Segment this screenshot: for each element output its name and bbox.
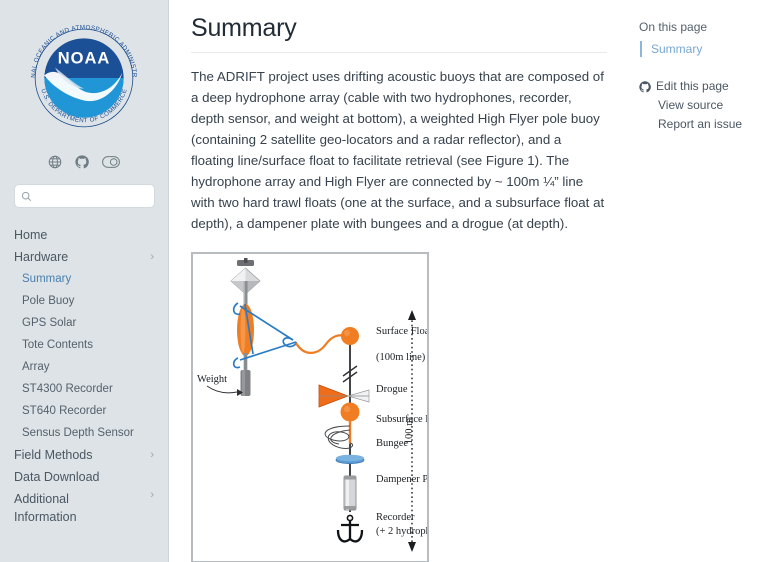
github-icon[interactable] bbox=[75, 155, 89, 169]
search-input[interactable] bbox=[32, 189, 142, 203]
social-icon-row bbox=[0, 152, 168, 172]
label-surface-float: Surface Float bbox=[376, 326, 427, 337]
search-box[interactable] bbox=[14, 184, 155, 208]
sidebar-item-label: ST640 Recorder bbox=[22, 405, 107, 417]
theme-toggle-icon[interactable] bbox=[102, 156, 120, 168]
sidebar-item-home[interactable]: Home bbox=[0, 224, 168, 246]
chevron-right-icon: › bbox=[150, 448, 154, 461]
floating-line bbox=[295, 334, 346, 354]
recorder-body bbox=[343, 475, 357, 511]
edit-this-page-button[interactable]: Edit this page bbox=[639, 77, 756, 96]
label-depth-scale: 100 m bbox=[404, 418, 415, 445]
sidebar-item-label: Array bbox=[22, 361, 50, 373]
surface-float bbox=[341, 327, 359, 345]
summary-paragraph: The ADRIFT project uses drifting acousti… bbox=[191, 69, 605, 231]
logo-container[interactable]: NOAA NATIONAL OCEANIC AND ATMOSPHERIC AD… bbox=[0, 0, 168, 144]
sidebar-item-label: Tote Contents bbox=[22, 339, 93, 351]
chevron-right-icon: › bbox=[150, 250, 154, 263]
sidebar-item-data-download[interactable]: Data Download bbox=[0, 466, 168, 488]
diagram-labels: Surface Float (100m line) Drogue Subsurf… bbox=[197, 326, 427, 537]
left-sidebar: NOAA NATIONAL OCEANIC AND ATMOSPHERIC AD… bbox=[0, 0, 169, 562]
bungee-spiral bbox=[324, 425, 354, 449]
sidebar-item-st4300-recorder[interactable]: ST4300 Recorder bbox=[0, 378, 168, 400]
sidebar-item-label: Summary bbox=[22, 273, 72, 285]
sidebar-item-label: Sensus Depth Sensor bbox=[22, 427, 134, 439]
view-source-label: View source bbox=[658, 98, 724, 112]
sidebar-item-label: GPS Solar bbox=[22, 317, 77, 329]
buoy-diagram-svg: Surface Float (100m line) Drogue Subsurf… bbox=[197, 258, 427, 552]
sidebar-item-field-methods[interactable]: Field Methods › bbox=[0, 444, 168, 466]
dampener-plate bbox=[335, 454, 365, 464]
toc-item-label: Summary bbox=[651, 42, 703, 56]
sidebar-item-label: Pole Buoy bbox=[22, 295, 75, 307]
svg-text:NOAA: NOAA bbox=[58, 49, 111, 67]
subsurface-float bbox=[340, 402, 360, 422]
sidebar-item-label: Additional Information bbox=[14, 492, 77, 524]
view-source-button[interactable]: View source bbox=[639, 96, 756, 115]
page-actions: Edit this page View source Report an iss… bbox=[639, 77, 756, 134]
sidebar-item-label: Data Download bbox=[14, 470, 100, 484]
chevron-right-icon: › bbox=[150, 489, 154, 501]
sidebar-item-gps-solar[interactable]: GPS Solar bbox=[0, 312, 168, 334]
search-container bbox=[0, 172, 168, 208]
adrift-buoy-diagram: Surface Float (100m line) Drogue Subsurf… bbox=[191, 252, 429, 562]
sidebar-item-summary[interactable]: Summary bbox=[0, 268, 168, 290]
sidebar-item-st640-recorder[interactable]: ST640 Recorder bbox=[0, 400, 168, 422]
sidebar-item-hardware[interactable]: Hardware › bbox=[0, 246, 168, 268]
sidebar-item-sensus-depth-sensor[interactable]: Sensus Depth Sensor bbox=[0, 422, 168, 444]
sidebar-item-label: Home bbox=[14, 228, 48, 242]
sidebar-item-array[interactable]: Array bbox=[0, 356, 168, 378]
drogue bbox=[318, 384, 370, 408]
label-recorder-sub: (+ 2 hydrophones) bbox=[376, 526, 427, 537]
label-drogue: Drogue bbox=[376, 384, 408, 395]
sidebar-item-label: ST4300 Recorder bbox=[22, 383, 113, 395]
label-weight: Weight bbox=[197, 374, 227, 385]
label-recorder: Recorder bbox=[376, 512, 415, 523]
sidebar-nav: Home Hardware › Summary Pole Buoy GPS So… bbox=[0, 224, 168, 528]
report-an-issue-button[interactable]: Report an issue bbox=[639, 115, 756, 134]
edit-this-page-label: Edit this page bbox=[656, 79, 729, 93]
search-icon bbox=[21, 191, 32, 202]
label-dampener-plate: Dampener Plate bbox=[376, 474, 427, 485]
sidebar-item-tote-contents[interactable]: Tote Contents bbox=[0, 334, 168, 356]
main-content: Summary The ADRIFT project uses drifting… bbox=[169, 0, 625, 562]
label-subsurface-float: Subsurface Float bbox=[376, 414, 427, 425]
toc-item-summary[interactable]: Summary bbox=[640, 41, 756, 57]
github-icon bbox=[639, 80, 651, 93]
page-root: NOAA NATIONAL OCEANIC AND ATMOSPHERIC AD… bbox=[0, 0, 764, 562]
sidebar-item-pole-buoy[interactable]: Pole Buoy bbox=[0, 290, 168, 312]
noaa-logo: NOAA NATIONAL OCEANIC AND ATMOSPHERIC AD… bbox=[18, 12, 138, 128]
label-line-length: (100m line) bbox=[376, 352, 426, 363]
page-title: Summary bbox=[191, 14, 297, 42]
report-an-issue-label: Report an issue bbox=[658, 117, 743, 131]
toc-heading: On this page bbox=[639, 20, 708, 34]
anchor-icon bbox=[336, 514, 364, 543]
on-this-page-panel: On this page Summary Edit this page View… bbox=[625, 0, 764, 562]
sidebar-item-additional-information[interactable]: Additional Information › bbox=[0, 488, 168, 528]
sidebar-item-label: Field Methods bbox=[14, 448, 93, 462]
globe-icon[interactable] bbox=[48, 155, 62, 169]
sidebar-item-label: Hardware bbox=[14, 250, 69, 264]
title-divider bbox=[191, 52, 607, 53]
